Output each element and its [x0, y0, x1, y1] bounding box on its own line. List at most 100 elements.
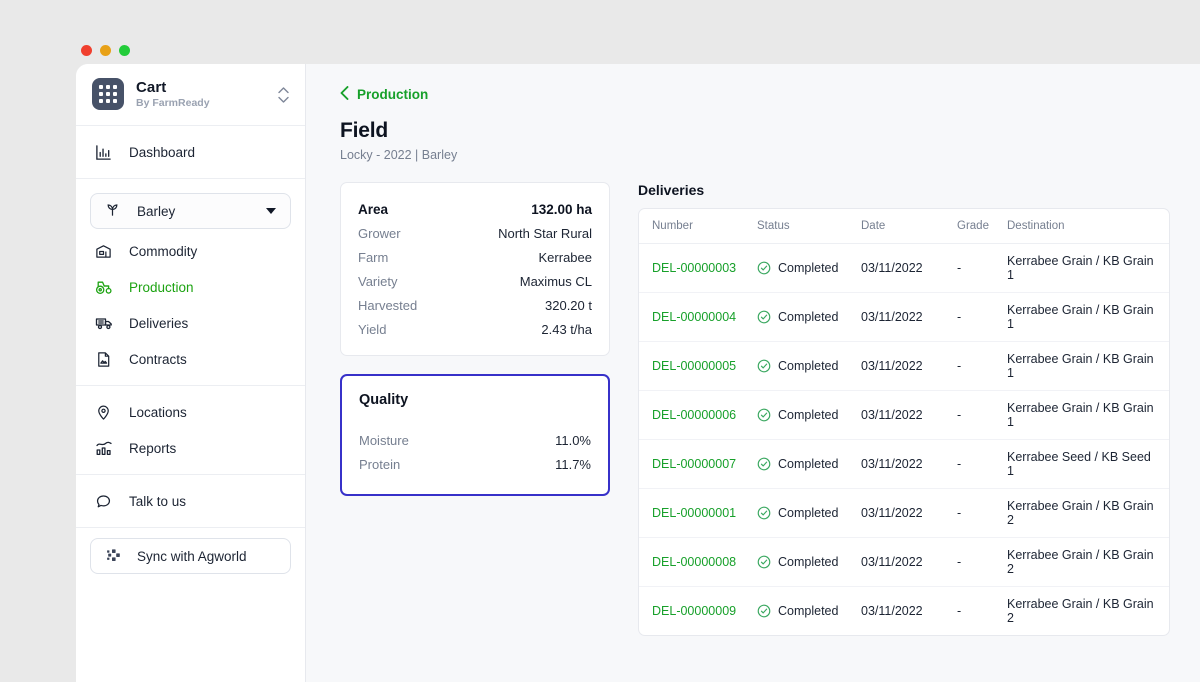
- table-row[interactable]: DEL-00000001 Completed 03/11/2022 - Kerr…: [639, 489, 1169, 538]
- column-header-status[interactable]: Status: [757, 209, 861, 244]
- summary-key: Yield: [358, 322, 386, 337]
- summary-value: 2.43 t/ha: [541, 322, 592, 337]
- delivery-date: 03/11/2022: [861, 457, 923, 471]
- chevron-down-icon: [266, 208, 276, 214]
- delivery-number-link[interactable]: DEL-00000004: [652, 310, 736, 324]
- summary-value: Maximus CL: [520, 274, 592, 289]
- maximize-window-button[interactable]: [119, 45, 130, 56]
- delivery-status: Completed: [757, 506, 853, 520]
- check-circle-icon: [757, 261, 771, 275]
- table-row[interactable]: DEL-00000003 Completed 03/11/2022 - Kerr…: [639, 244, 1169, 293]
- column-header-number[interactable]: Number: [639, 209, 757, 244]
- delivery-grade: -: [957, 555, 961, 569]
- sidebar-group-support: Talk to us: [76, 475, 305, 528]
- sync-section: Sync with Agworld: [76, 528, 305, 584]
- column-header-grade[interactable]: Grade: [957, 209, 1007, 244]
- delivery-grade: -: [957, 261, 961, 275]
- screenshot-root: Cart By FarmReady Dashboard: [0, 0, 1200, 682]
- sidebar-item-reports[interactable]: Reports: [76, 430, 305, 466]
- delivery-status-label: Completed: [778, 261, 838, 275]
- sidebar-item-label: Commodity: [129, 244, 197, 259]
- sprout-icon: [104, 201, 121, 221]
- delivery-number-link[interactable]: DEL-00000003: [652, 261, 736, 275]
- delivery-number-link[interactable]: DEL-00000007: [652, 457, 736, 471]
- delivery-status-label: Completed: [778, 555, 838, 569]
- check-circle-icon: [757, 359, 771, 373]
- tractor-icon: [94, 278, 113, 297]
- delivery-date: 03/11/2022: [861, 555, 923, 569]
- delivery-number-link[interactable]: DEL-00000008: [652, 555, 736, 569]
- summary-row: Grower North Star Rural: [358, 221, 592, 245]
- delivery-status: Completed: [757, 555, 853, 569]
- breadcrumb-back-production[interactable]: Production: [340, 86, 428, 103]
- check-circle-icon: [757, 310, 771, 324]
- delivery-date: 03/11/2022: [861, 261, 923, 275]
- summary-row: Farm Kerrabee: [358, 245, 592, 269]
- table-row[interactable]: DEL-00000006 Completed 03/11/2022 - Kerr…: [639, 391, 1169, 440]
- table-row[interactable]: DEL-00000007 Completed 03/11/2022 - Kerr…: [639, 440, 1169, 489]
- check-circle-icon: [757, 457, 771, 471]
- chat-bubble-icon: [94, 492, 113, 511]
- delivery-status: Completed: [757, 408, 853, 422]
- delivery-number-link[interactable]: DEL-00000009: [652, 604, 736, 618]
- delivery-destination: Kerrabee Grain / KB Grain 2: [1007, 597, 1154, 625]
- sidebar-item-dashboard[interactable]: Dashboard: [76, 134, 305, 170]
- summary-row: Variety Maximus CL: [358, 269, 592, 293]
- sidebar-item-label: Contracts: [129, 352, 187, 367]
- sidebar-item-production[interactable]: Production: [76, 269, 305, 305]
- summary-value: North Star Rural: [498, 226, 592, 241]
- delivery-date: 03/11/2022: [861, 408, 923, 422]
- sidebar-item-talk-to-us[interactable]: Talk to us: [76, 483, 305, 519]
- summary-value: 132.00 ha: [531, 202, 592, 217]
- table-row[interactable]: DEL-00000008 Completed 03/11/2022 - Kerr…: [639, 538, 1169, 587]
- delivery-status-label: Completed: [778, 408, 838, 422]
- summary-key: Farm: [358, 250, 388, 265]
- summary-row: Area 132.00 ha: [358, 197, 592, 221]
- delivery-destination: Kerrabee Seed / KB Seed 1: [1007, 450, 1151, 478]
- delivery-status: Completed: [757, 310, 853, 324]
- workspace-switcher[interactable]: Cart By FarmReady: [76, 64, 305, 126]
- delivery-number-link[interactable]: DEL-00000001: [652, 506, 736, 520]
- delivery-status-label: Completed: [778, 310, 838, 324]
- delivery-grade: -: [957, 457, 961, 471]
- crop-select[interactable]: Barley: [90, 193, 291, 229]
- delivery-grade: -: [957, 359, 961, 373]
- delivery-status: Completed: [757, 457, 853, 471]
- quality-row: Moisture 11.0%: [359, 428, 591, 452]
- close-window-button[interactable]: [81, 45, 92, 56]
- table-header-row: Number Status Date Grade Destination: [639, 209, 1169, 244]
- brand-subtitle: By FarmReady: [136, 97, 210, 109]
- right-column: Deliveries Number Status Date Grade Dest…: [638, 182, 1170, 636]
- sidebar-item-locations[interactable]: Locations: [76, 394, 305, 430]
- summary-key: Area: [358, 202, 388, 217]
- sidebar-group-secondary: Locations Reports: [76, 385, 305, 475]
- table-row[interactable]: DEL-00000009 Completed 03/11/2022 - Kerr…: [639, 587, 1169, 636]
- sync-with-agworld-button[interactable]: Sync with Agworld: [90, 538, 291, 574]
- sidebar-item-deliveries[interactable]: Deliveries: [76, 305, 305, 341]
- delivery-date: 03/11/2022: [861, 506, 923, 520]
- delivery-number-link[interactable]: DEL-00000006: [652, 408, 736, 422]
- delivery-grade: -: [957, 408, 961, 422]
- left-column: Area 132.00 ha Grower North Star Rural F…: [340, 182, 610, 496]
- quality-row: Protein 11.7%: [359, 452, 591, 476]
- page-subtitle: Locky - 2022 | Barley: [340, 148, 1170, 162]
- delivery-date: 03/11/2022: [861, 310, 923, 324]
- table-row[interactable]: DEL-00000004 Completed 03/11/2022 - Kerr…: [639, 293, 1169, 342]
- minimize-window-button[interactable]: [100, 45, 111, 56]
- sidebar-item-label: Reports: [129, 441, 176, 456]
- sidebar-item-commodity[interactable]: Commodity: [76, 233, 305, 269]
- deliveries-table: Number Status Date Grade Destination DEL…: [638, 208, 1170, 636]
- check-circle-icon: [757, 408, 771, 422]
- sidebar-item-label: Deliveries: [129, 316, 188, 331]
- delivery-number-link[interactable]: DEL-00000005: [652, 359, 736, 373]
- delivery-status-label: Completed: [778, 457, 838, 471]
- sidebar-item-label: Production: [129, 280, 194, 295]
- sidebar-group-crop: Barley Commodity: [76, 179, 305, 385]
- sidebar-item-label: Talk to us: [129, 494, 186, 509]
- delivery-grade: -: [957, 506, 961, 520]
- field-summary-card: Area 132.00 ha Grower North Star Rural F…: [340, 182, 610, 356]
- table-row[interactable]: DEL-00000005 Completed 03/11/2022 - Kerr…: [639, 342, 1169, 391]
- column-header-date[interactable]: Date: [861, 209, 957, 244]
- sidebar-item-contracts[interactable]: Contracts: [76, 341, 305, 377]
- column-header-destination[interactable]: Destination: [1007, 209, 1169, 244]
